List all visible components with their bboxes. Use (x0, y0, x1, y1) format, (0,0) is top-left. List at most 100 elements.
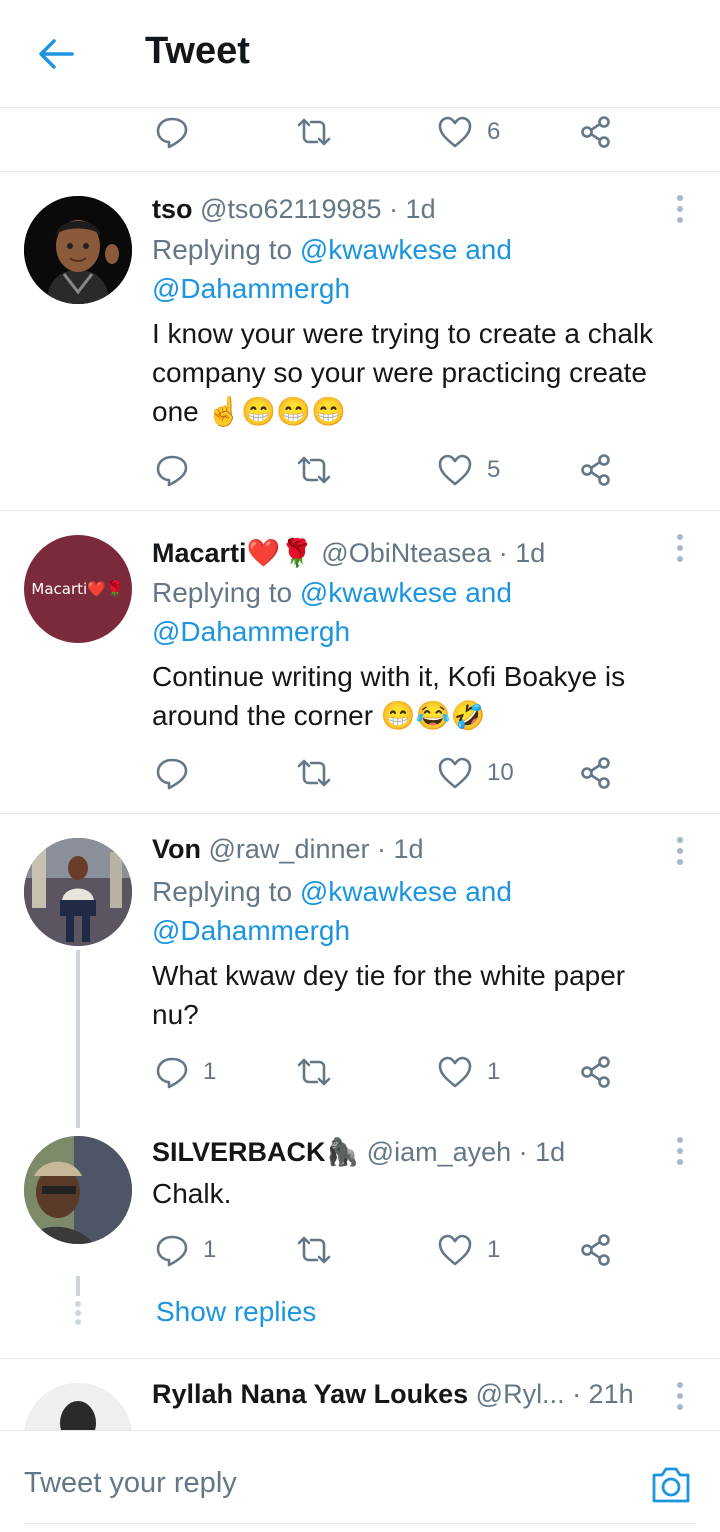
avatar-image (24, 1136, 132, 1244)
back-arrow-icon[interactable] (36, 34, 76, 74)
tweet-actions: 1 1 (155, 1232, 625, 1268)
reply-button[interactable]: 1 (155, 1054, 216, 1090)
replying-to: Replying to @kwawkese and @Dahammergh (152, 872, 512, 950)
tweet-tso[interactable]: tso @tso62119985 · 1d Replying to @kwawk… (0, 172, 720, 510)
retweet-icon (297, 1058, 331, 1086)
avatar[interactable] (24, 196, 132, 304)
tweet-macarti[interactable]: Macarti❤️🌹 Macarti❤️🌹 @ObiNteasea · 1d R… (0, 511, 720, 813)
more-icon[interactable] (668, 836, 692, 866)
like-icon (438, 1234, 472, 1266)
replying-to: Replying to @kwawkese and @Dahammergh (152, 573, 512, 651)
reply-icon (156, 117, 188, 149)
like-count: 6 (487, 118, 501, 145)
retweet-button[interactable] (295, 1054, 333, 1090)
tweet-text: I know your were trying to create a chal… (152, 318, 654, 427)
replying-users[interactable]: @kwawkese and (300, 577, 512, 608)
tweet-text: Chalk. (152, 1178, 232, 1209)
replying-prefix: Replying to (152, 876, 300, 907)
replying-users-2[interactable]: @Dahammergh (152, 915, 350, 946)
like-count: 1 (487, 1058, 501, 1085)
tweet-ryllah[interactable]: Ryllah Nana Yaw Loukes @Ryl... · 21h (0, 1359, 720, 1430)
page-title: Tweet (145, 30, 250, 72)
replying-prefix: Replying to (152, 577, 300, 608)
avatar[interactable] (24, 1383, 132, 1430)
share-button[interactable] (579, 1232, 613, 1268)
display-name[interactable]: Macarti❤️🌹 (152, 538, 314, 568)
tweet-text: Continue writing with it, Kofi Boakye is… (152, 661, 626, 731)
avatar[interactable]: Macarti❤️🌹 (24, 535, 132, 643)
more-icon[interactable] (668, 1381, 692, 1411)
share-button[interactable] (579, 452, 613, 488)
reply-icon (156, 455, 188, 487)
handle-and-time: @ObiNteasea · 1d (321, 538, 546, 568)
avatar-image (24, 196, 132, 304)
show-replies-link[interactable]: Show replies (156, 1296, 316, 1328)
share-icon (581, 116, 610, 148)
like-icon (438, 454, 472, 486)
avatar[interactable] (24, 838, 132, 946)
reply-button[interactable]: 1 (155, 1232, 216, 1268)
like-count: 10 (487, 759, 514, 786)
retweet-button[interactable] (295, 452, 333, 488)
tweet-header: tso @tso62119985 · 1d (152, 194, 436, 225)
more-icon[interactable] (668, 194, 692, 224)
like-button[interactable]: 10 (437, 755, 514, 791)
retweet-icon (297, 1236, 331, 1264)
camera-icon[interactable] (650, 1465, 692, 1505)
retweet-button[interactable] (295, 1232, 333, 1268)
like-icon (438, 757, 472, 789)
top-bar: Tweet (0, 0, 720, 108)
display-name[interactable]: Ryllah Nana Yaw Loukes (152, 1379, 468, 1409)
like-button[interactable]: 5 (437, 452, 500, 488)
share-icon (581, 454, 610, 486)
retweet-icon (297, 759, 331, 787)
reply-composer: Tweet your reply (0, 1430, 720, 1532)
thread-dots-icon (75, 1301, 81, 1325)
tweet-von[interactable]: Von @raw_dinner · 1d Replying to @kwawke… (0, 814, 720, 1104)
share-icon (581, 757, 610, 789)
like-button[interactable]: 1 (437, 1054, 500, 1090)
tweet-header: SILVERBACK🦍 @iam_ayeh · 1d (152, 1136, 565, 1168)
avatar-text: Macarti❤️🌹 (31, 580, 125, 598)
like-button[interactable]: 6 (437, 114, 500, 150)
replying-users[interactable]: @kwawkese and (300, 876, 512, 907)
reply-button[interactable] (155, 755, 203, 791)
share-button[interactable] (579, 755, 613, 791)
tweet-actions: 5 (155, 452, 625, 488)
replying-to: Replying to @kwawkese and @Dahammergh (152, 230, 512, 308)
avatar[interactable] (24, 1136, 132, 1244)
share-button[interactable] (579, 1054, 613, 1090)
share-icon (581, 1234, 610, 1266)
more-icon[interactable] (668, 533, 692, 563)
reply-icon (156, 1057, 188, 1089)
replying-users[interactable]: @kwawkese and (300, 234, 512, 265)
handle-and-time: @raw_dinner · 1d (208, 834, 424, 864)
reply-button[interactable] (155, 452, 203, 488)
share-button[interactable] (579, 114, 613, 150)
display-name[interactable]: tso (152, 194, 193, 224)
reply-input[interactable]: Tweet your reply (24, 1467, 237, 1500)
retweet-button[interactable] (295, 114, 333, 150)
replying-users-2[interactable]: @Dahammergh (152, 273, 350, 304)
retweet-button[interactable] (295, 755, 333, 791)
tweet-actions: 10 (155, 755, 625, 791)
more-icon[interactable] (668, 1136, 692, 1166)
tweet-actions: 1 1 (155, 1054, 625, 1090)
reply-icon (156, 758, 188, 790)
reply-count: 1 (203, 1058, 217, 1085)
display-name[interactable]: Von (152, 834, 201, 864)
tweet-silverback[interactable]: SILVERBACK🦍 @iam_ayeh · 1d Chalk. 1 1 (0, 1120, 720, 1280)
avatar-image (24, 838, 132, 946)
like-icon (438, 1056, 472, 1088)
like-count: 5 (487, 456, 501, 483)
tweet-header: Ryllah Nana Yaw Loukes @Ryl... · 21h (152, 1379, 634, 1410)
replying-prefix: Replying to (152, 234, 300, 265)
like-count: 1 (487, 1236, 501, 1263)
handle-and-time: @iam_ayeh · 1d (366, 1137, 566, 1167)
display-name[interactable]: SILVERBACK🦍 (152, 1137, 359, 1167)
tweet-text: What kwaw dey tie for the white paper nu… (152, 960, 626, 1030)
retweet-icon (297, 118, 331, 146)
replying-users-2[interactable]: @Dahammergh (152, 616, 350, 647)
reply-button[interactable] (155, 114, 203, 150)
like-button[interactable]: 1 (437, 1232, 500, 1268)
